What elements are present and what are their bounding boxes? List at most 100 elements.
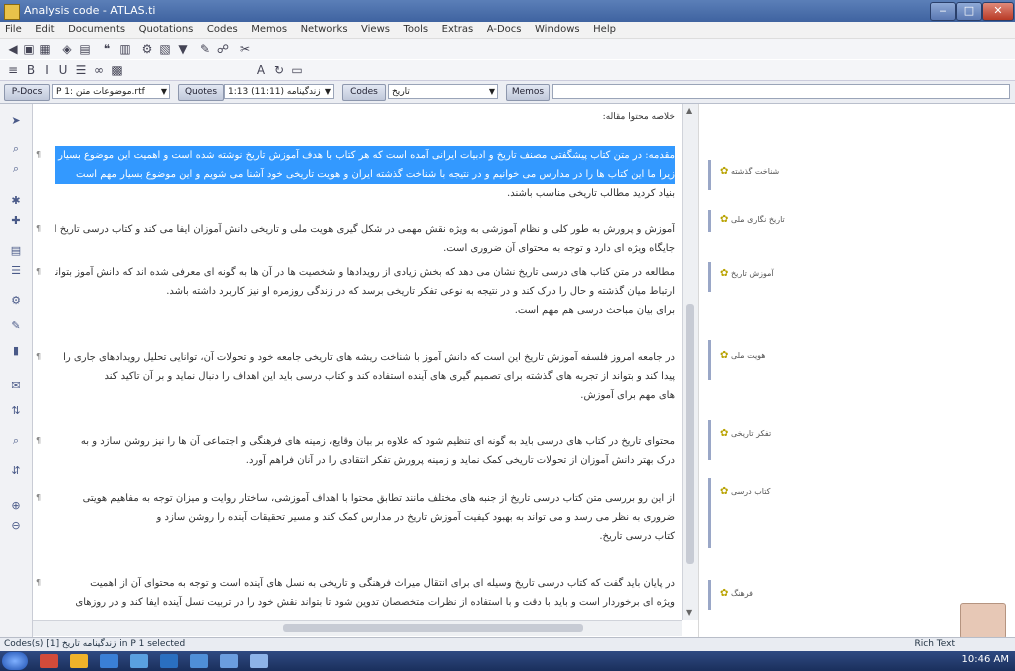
document-manager-icon[interactable]: ▤: [78, 42, 92, 56]
window-icon[interactable]: ▭: [290, 63, 304, 77]
chevron-down-icon: ▼: [488, 87, 495, 96]
menu-documents[interactable]: Documents: [63, 23, 130, 36]
quotes-dropdown[interactable]: 1:13 (11:11) زندگینامه ▼: [224, 84, 334, 99]
maximize-button[interactable]: □: [956, 2, 982, 21]
pointer-icon[interactable]: ➤: [9, 114, 23, 128]
close-button[interactable]: ✕: [982, 2, 1014, 21]
scroll-up-icon[interactable]: ▲: [686, 106, 692, 115]
sort-icon[interactable]: ⇵: [9, 464, 23, 478]
text-line: مطالعه در متن کتاب های درسی تاریخ نشان م…: [55, 267, 675, 278]
zoom-in-icon[interactable]: ⊕: [9, 499, 23, 513]
minimize-button[interactable]: ‒: [930, 2, 956, 21]
taskbar: 10:46 AM: [0, 651, 1015, 671]
app-icon: [4, 4, 20, 20]
codes-button[interactable]: Codes: [342, 84, 386, 101]
menu-adocs[interactable]: A-Docs: [482, 23, 527, 36]
taskbar-app-icon[interactable]: [190, 654, 208, 668]
memos-button[interactable]: Memos: [506, 84, 550, 101]
code-by-list-icon[interactable]: ▤: [9, 244, 23, 258]
quotes-button[interactable]: Quotes: [178, 84, 224, 101]
auto-code-icon[interactable]: ⚙: [9, 294, 23, 308]
menu-codes[interactable]: Codes: [202, 23, 243, 36]
pdoc-dropdown[interactable]: P 1: موضوعات متن.rtf ▼: [52, 84, 170, 99]
code-in-vivo-icon[interactable]: ✚: [9, 214, 23, 228]
menu-help[interactable]: Help: [588, 23, 621, 36]
quotation-manager-icon[interactable]: ▥: [118, 42, 132, 56]
italic-icon[interactable]: I: [40, 63, 54, 77]
start-button[interactable]: [2, 652, 28, 670]
font-size-icon[interactable]: A: [254, 63, 268, 77]
menu-networks[interactable]: Networks: [296, 23, 353, 36]
quotation-icon[interactable]: ❝: [100, 42, 114, 56]
margin-code[interactable]: ✿ تفکر تاریخی: [720, 428, 771, 439]
chevron-down-icon: ▼: [160, 87, 167, 96]
code-bracket: [708, 420, 711, 460]
network-icon[interactable]: ☍: [216, 42, 230, 56]
paragraph-number: ¶: [36, 267, 42, 276]
taskbar-app-icon[interactable]: [100, 654, 118, 668]
memo-tool-icon[interactable]: ✎: [9, 319, 23, 333]
taskbar-app-icon[interactable]: [40, 654, 58, 668]
comment-icon[interactable]: ✉: [9, 379, 23, 393]
menu-edit[interactable]: Edit: [30, 23, 59, 36]
bold-icon[interactable]: B: [24, 63, 38, 77]
list-icon[interactable]: ☰: [74, 63, 88, 77]
search-icon[interactable]: ⌕: [9, 434, 23, 448]
menu-file[interactable]: File: [0, 23, 27, 36]
menu-quotations[interactable]: Quotations: [134, 23, 199, 36]
link-tool-icon[interactable]: ⇅: [9, 404, 23, 418]
query-icon[interactable]: ✂: [238, 42, 252, 56]
project-icon[interactable]: ▣: [22, 42, 36, 56]
taskbar-app-icon[interactable]: [70, 654, 88, 668]
taskbar-app-icon[interactable]: [250, 654, 268, 668]
horizontal-scrollbar[interactable]: [33, 620, 682, 636]
code-manager-icon[interactable]: ▧: [158, 42, 172, 56]
link-icon[interactable]: ∞: [92, 63, 106, 77]
margin-area: [698, 104, 1015, 637]
taskbar-app-icon[interactable]: [130, 654, 148, 668]
margin-code[interactable]: ✿ آموزش تاریخ: [720, 268, 774, 279]
scroll-thumb[interactable]: [283, 624, 583, 632]
magnifier-icon[interactable]: ⌕: [9, 162, 23, 176]
menu-tools[interactable]: Tools: [398, 23, 433, 36]
pdocs-button[interactable]: P-Docs: [4, 84, 50, 101]
text-line: در جامعه امروز فلسفه آموزش تاریخ این است…: [63, 352, 675, 363]
back-icon[interactable]: ◀: [6, 42, 20, 56]
code-icon[interactable]: ⚙: [140, 42, 154, 56]
memo-icon[interactable]: ✎: [198, 42, 212, 56]
open-code-icon[interactable]: ✱: [9, 194, 23, 208]
margin-code[interactable]: ✿ هویت ملی: [720, 350, 766, 361]
margin-code[interactable]: ✿ تاریخ نگاری ملی: [720, 214, 785, 225]
add-document-icon[interactable]: ◈: [60, 42, 74, 56]
margin-code[interactable]: ✿ شناخت گذشته: [720, 166, 779, 177]
quick-code-icon[interactable]: ☰: [9, 264, 23, 278]
margin-code[interactable]: ✿ فرهنگ: [720, 588, 753, 599]
scroll-thumb[interactable]: [686, 304, 694, 564]
vertical-scrollbar[interactable]: ▲ ▼: [682, 104, 698, 620]
window-title: Analysis code - ATLAS.ti: [24, 4, 156, 17]
taskbar-app-icon[interactable]: [160, 654, 178, 668]
document-pane[interactable]: خلاصه محتوا مقاله: ¶ مقدمه: در متن کتاب …: [33, 104, 681, 620]
text-line: های مهم برای آموزش.: [580, 390, 675, 401]
zoom-icon[interactable]: ⌕: [9, 142, 23, 156]
menu-extras[interactable]: Extras: [437, 23, 479, 36]
save-icon[interactable]: ▦: [38, 42, 52, 56]
menu-views[interactable]: Views: [356, 23, 395, 36]
marker-icon[interactable]: ▮: [9, 344, 23, 358]
text-line: کتاب درسی تاریخ.: [599, 531, 675, 542]
scroll-down-icon[interactable]: ▼: [686, 608, 692, 617]
zoom-out-icon[interactable]: ⊖: [9, 519, 23, 533]
underline-icon[interactable]: U: [56, 63, 70, 77]
filter-icon[interactable]: ▼: [176, 42, 190, 56]
margin-code[interactable]: ✿ کتاب درسی: [720, 486, 770, 497]
picture-icon[interactable]: ▩: [110, 63, 124, 77]
memos-dropdown[interactable]: [552, 84, 1010, 99]
taskbar-app-icon[interactable]: [220, 654, 238, 668]
codes-dropdown[interactable]: تاریخ ▼: [388, 84, 498, 99]
align-icon[interactable]: ≡: [6, 63, 20, 77]
menu-memos[interactable]: Memos: [246, 23, 292, 36]
status-bar: Codes(s) زندگینامه تاریخ [1] in P 1 sele…: [0, 637, 1015, 652]
menu-windows[interactable]: Windows: [530, 23, 585, 36]
refresh-icon[interactable]: ↻: [272, 63, 286, 77]
code-icon: ✿: [720, 428, 729, 439]
